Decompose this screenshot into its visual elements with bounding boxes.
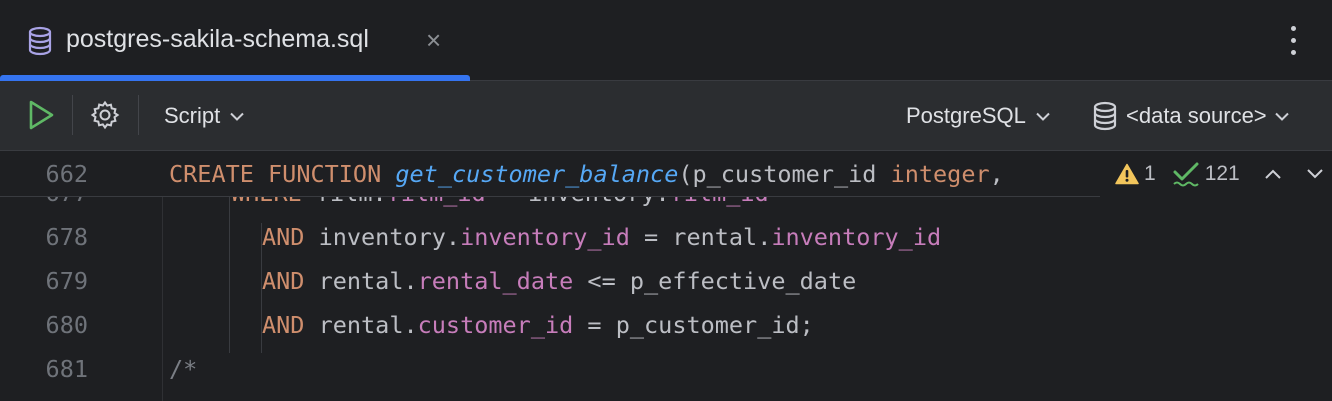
code-token: inventory_id xyxy=(460,223,630,251)
chevron-down-icon xyxy=(230,112,244,121)
code-token: customer_id xyxy=(417,311,574,339)
inspection-widget[interactable]: 1 121 xyxy=(1100,151,1332,197)
sql-dialect-label: PostgreSQL xyxy=(906,103,1026,128)
more-options-icon[interactable] xyxy=(1284,24,1304,58)
toolbar-separator xyxy=(72,95,73,135)
code-token: rental. xyxy=(318,267,418,295)
tab-close-button[interactable]: × xyxy=(426,26,441,54)
gear-icon[interactable] xyxy=(89,99,121,131)
execution-mode-dropdown[interactable]: Script xyxy=(164,102,244,130)
code-token: <= p_effective_date xyxy=(573,267,857,295)
code-token: rental_date xyxy=(417,267,574,295)
line-number: 681 xyxy=(45,355,88,383)
database-icon xyxy=(1093,101,1117,131)
tab-title: postgres-sakila-schema.sql xyxy=(66,25,369,53)
code-token: inventory. xyxy=(318,223,461,251)
code-line: AND rental.customer_id = p_customer_id; xyxy=(262,311,814,339)
chevron-down-icon xyxy=(1036,112,1050,121)
chevron-up-icon[interactable] xyxy=(1264,168,1282,180)
chevron-down-icon[interactable] xyxy=(1306,168,1324,180)
code-editor[interactable]: 677WHERE film.film_id = inventory.film_i… xyxy=(0,151,1332,401)
code-token: integer xyxy=(890,160,990,188)
line-number: 680 xyxy=(45,311,88,339)
sql-dialect-dropdown[interactable]: PostgreSQL xyxy=(906,102,1050,130)
code-token: inventory_id xyxy=(771,223,942,251)
code-token: CREATE FUNCTION xyxy=(169,160,396,188)
code-line: AND rental.rental_date <= p_effective_da… xyxy=(262,267,856,295)
database-icon xyxy=(28,26,52,56)
warning-count: 1 xyxy=(1144,162,1156,185)
line-number: 679 xyxy=(45,267,88,295)
tab-postgres-sakila-schema[interactable]: postgres-sakila-schema.sql × xyxy=(0,0,470,81)
code-token: rental. xyxy=(318,311,418,339)
check-count: 121 xyxy=(1204,162,1240,185)
indent-guide xyxy=(261,223,262,353)
code-line: AND inventory.inventory_id = rental.inve… xyxy=(262,223,941,251)
check-typo-icon xyxy=(1172,162,1199,187)
run-icon[interactable] xyxy=(24,97,58,133)
data-source-label: <data source> xyxy=(1126,103,1267,128)
line-number: 662 xyxy=(45,160,88,188)
code-line: /* xyxy=(169,355,197,383)
data-source-dropdown[interactable]: <data source> xyxy=(1092,98,1289,134)
editor-tab-bar: postgres-sakila-schema.sql × xyxy=(0,0,1332,81)
code-token: = p_customer_id; xyxy=(573,311,814,339)
console-toolbar: Script PostgreSQL <data source> xyxy=(0,81,1332,151)
code-token: , xyxy=(989,160,1004,188)
code-token: (p_customer_id xyxy=(678,160,891,188)
toolbar-separator xyxy=(138,95,139,135)
code-token: AND xyxy=(262,223,319,251)
code-token: = rental. xyxy=(629,223,772,251)
code-token: get_customer_balance xyxy=(395,160,679,188)
line-number: 678 xyxy=(45,223,88,251)
code-token: /* xyxy=(169,355,198,383)
chevron-down-icon xyxy=(1274,112,1289,121)
execution-mode-label: Script xyxy=(164,103,221,128)
code-token: AND xyxy=(262,267,319,295)
code-token: AND xyxy=(262,311,319,339)
warning-icon xyxy=(1115,163,1139,185)
sticky-code-line: CREATE FUNCTION get_customer_balance(p_c… xyxy=(169,160,1004,188)
